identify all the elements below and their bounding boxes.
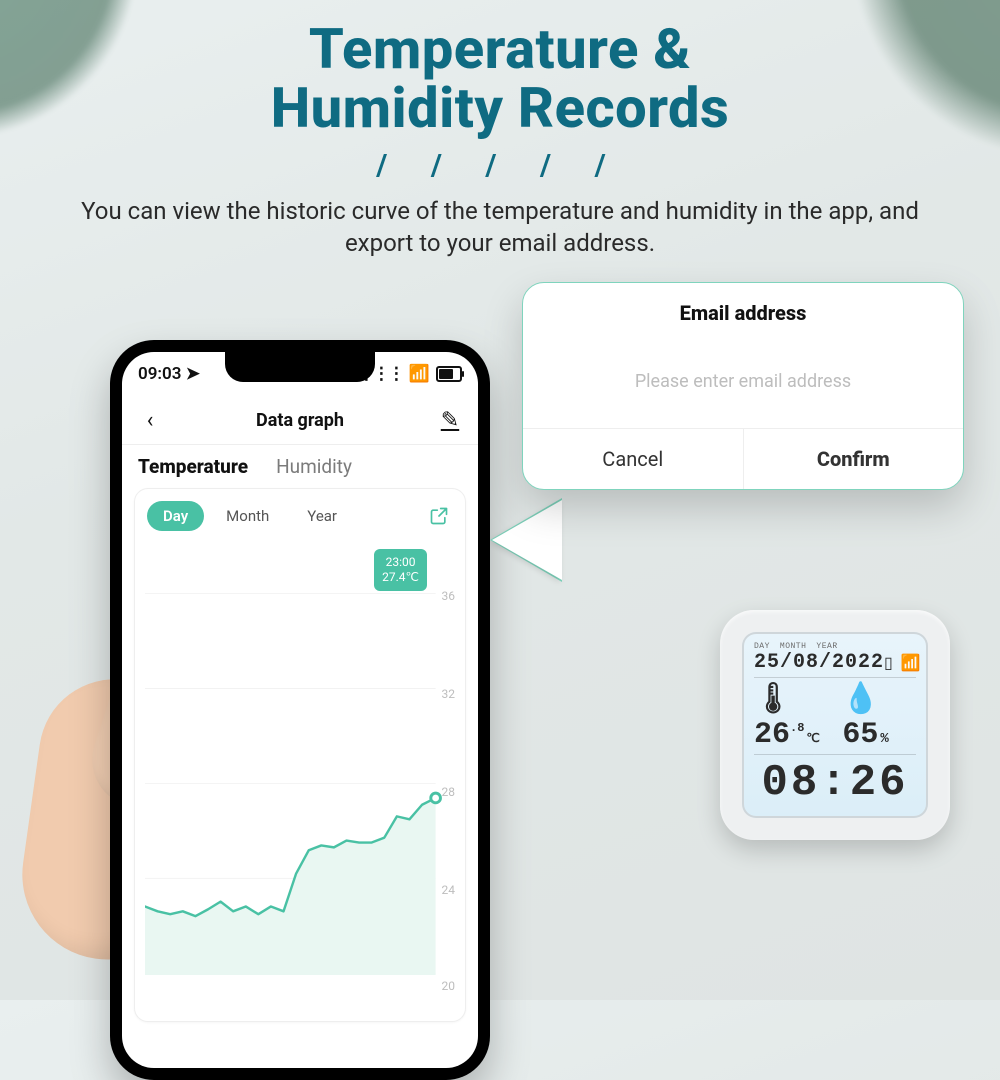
phone-screen: 09:03 ➤ ⋮⋮⋮ 📶 ‹ Data graph ✎ Temperature…: [122, 352, 478, 1068]
phone-mockup: 09:03 ➤ ⋮⋮⋮ 📶 ‹ Data graph ✎ Temperature…: [110, 340, 490, 1080]
device-temperature-decimal: .8: [790, 721, 804, 735]
email-input[interactable]: Please enter email address: [635, 371, 851, 392]
range-day[interactable]: Day: [147, 501, 204, 531]
wifi-icon: 📶: [901, 653, 921, 673]
headline-line2: Humidity Records: [0, 79, 1000, 138]
ytick: 36: [442, 589, 456, 603]
device-temperature: 26: [754, 718, 790, 752]
export-button[interactable]: [425, 502, 453, 530]
humidity-drop-icon: 💧: [842, 684, 879, 718]
page-title: Data graph: [256, 410, 344, 431]
cancel-button[interactable]: Cancel: [523, 429, 743, 489]
export-share-icon: [429, 506, 449, 526]
headline-divider: / / / / /: [0, 148, 1000, 183]
ytick: 28: [442, 785, 456, 799]
ytick: 32: [442, 687, 456, 701]
app-bar: ‹ Data graph ✎: [122, 396, 478, 445]
battery-icon: ▯: [884, 653, 893, 673]
temperature-chart: 23:00 27.4℃ 36: [145, 549, 455, 1011]
tab-humidity[interactable]: Humidity: [276, 455, 352, 478]
lcd-label-month: MONTH: [780, 642, 807, 651]
status-time: 09:03: [138, 364, 181, 384]
location-icon: ➤: [186, 364, 200, 384]
ytick: 24: [442, 883, 456, 897]
headline-line1: Temperature &: [0, 20, 1000, 79]
device-date: 25/08/2022: [754, 651, 884, 674]
wifi-icon: 📶: [409, 364, 430, 384]
range-month[interactable]: Month: [210, 501, 285, 531]
device-lcd: DAY MONTH YEAR 25/08/2022 ▯ 📶 🌡 26.8℃ 💧 …: [742, 632, 928, 818]
chart-card: Day Month Year 23:00 27.4℃: [134, 488, 466, 1022]
back-button[interactable]: ‹: [136, 408, 164, 433]
battery-icon: [439, 369, 453, 379]
ytick: 20: [442, 979, 456, 993]
thermometer-icon: 🌡: [754, 684, 792, 718]
tab-temperature[interactable]: Temperature: [138, 455, 248, 478]
marketing-headline: Temperature & Humidity Records / / / / /…: [0, 20, 1000, 259]
range-year[interactable]: Year: [291, 501, 353, 531]
popover-title: Email address: [523, 283, 963, 335]
popover-pointer: [492, 500, 562, 580]
humidity-unit: %: [880, 731, 888, 747]
lcd-label-day: DAY: [754, 642, 770, 651]
confirm-button[interactable]: Confirm: [743, 429, 964, 489]
device-humidity: 65: [842, 718, 878, 752]
time-range-segmented: Day Month Year: [147, 501, 353, 531]
device-time: 08:26: [754, 758, 916, 808]
phone-notch: [225, 352, 375, 382]
email-export-popover: Email address Please enter email address…: [522, 282, 964, 490]
headline-subtitle: You can view the historic curve of the t…: [80, 195, 920, 260]
edit-button[interactable]: ✎: [436, 408, 464, 433]
temperature-unit: ℃: [806, 732, 819, 746]
sensor-device: DAY MONTH YEAR 25/08/2022 ▯ 📶 🌡 26.8℃ 💧 …: [720, 610, 950, 840]
metric-tabs: Temperature Humidity: [122, 445, 478, 484]
lcd-label-year: YEAR: [816, 642, 837, 651]
chart-endpoint: [431, 793, 441, 803]
